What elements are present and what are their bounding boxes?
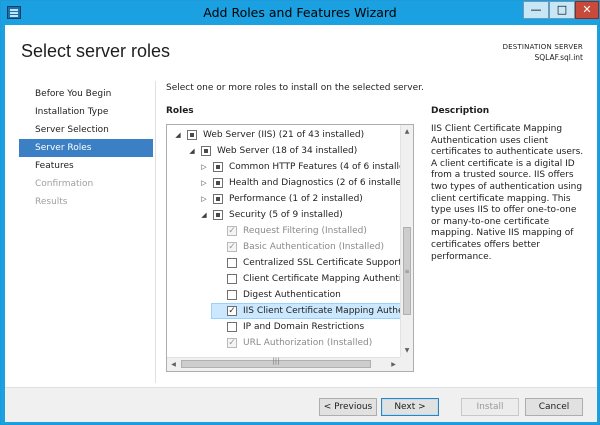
wizard-footer: < Previous Next > Install Cancel xyxy=(5,387,597,422)
checkmark-icon: ✓ xyxy=(228,306,236,316)
nav-item-before-you-begin[interactable]: Before You Begin xyxy=(19,85,153,103)
maximize-button[interactable]: □ xyxy=(549,1,575,19)
scroll-right-icon[interactable]: ▶ xyxy=(387,358,400,371)
tree-item-client-cert-mapping[interactable]: Client Certificate Mapping Authenticati xyxy=(167,271,401,287)
checkbox[interactable] xyxy=(213,162,223,172)
checkbox: ✓ xyxy=(227,226,237,236)
tree-item-web-server-iis[interactable]: ◢ Web Server (IIS) (21 of 43 installed) xyxy=(167,127,401,143)
checkbox: ✓ xyxy=(227,338,237,348)
maximize-icon: □ xyxy=(556,3,568,16)
tree-item-iis-client-cert-mapping[interactable]: ✓ IIS Client Certificate Mapping Authent… xyxy=(211,303,401,319)
wizard-client: Select server roles DESTINATION SERVER S… xyxy=(5,25,597,422)
minimize-icon: — xyxy=(530,3,542,16)
checkbox[interactable] xyxy=(227,322,237,332)
horizontal-scrollbar[interactable]: ◀ ||| ▶ xyxy=(167,357,401,371)
scroll-left-icon[interactable]: ◀ xyxy=(167,358,180,371)
checkbox[interactable] xyxy=(201,146,211,156)
scrollbar-corner xyxy=(400,357,413,371)
checkbox[interactable] xyxy=(213,194,223,204)
tree-item-label: Client Certificate Mapping Authenticati xyxy=(243,274,401,284)
collapse-arrow-icon[interactable]: ◢ xyxy=(173,127,183,143)
tree-item-label: Common HTTP Features (4 of 6 installed) xyxy=(229,162,401,172)
roles-heading: Roles xyxy=(166,106,194,116)
tree-item-label: Request Filtering (Installed) xyxy=(243,226,367,236)
nav-item-server-selection[interactable]: Server Selection xyxy=(19,121,153,139)
tree-item-label: IIS Client Certificate Mapping Authentic xyxy=(243,306,401,316)
checkbox: ✓ xyxy=(227,242,237,252)
horizontal-scroll-thumb[interactable]: ||| xyxy=(181,357,371,368)
collapse-arrow-icon[interactable]: ◢ xyxy=(199,207,209,223)
grip-icon: ≡ xyxy=(404,268,410,275)
tree-item-label: IP and Domain Restrictions xyxy=(243,322,365,332)
scroll-up-icon[interactable]: ▲ xyxy=(401,125,413,138)
checkbox[interactable] xyxy=(227,258,237,268)
description-heading: Description xyxy=(431,106,490,116)
minimize-button[interactable]: — xyxy=(523,1,549,19)
tree-item-label: Digest Authentication xyxy=(243,290,341,300)
checkmark-icon: ✓ xyxy=(228,242,236,252)
instruction-text: Select one or more roles to install on t… xyxy=(166,83,424,93)
nav-divider xyxy=(155,81,156,383)
tree-item-request-filtering: ✓ Request Filtering (Installed) xyxy=(167,223,401,239)
checkbox[interactable] xyxy=(213,210,223,220)
nav-item-confirmation: Confirmation xyxy=(35,179,94,189)
tree-item-label: Basic Authentication (Installed) xyxy=(243,242,384,252)
nav-item-installation-type[interactable]: Installation Type xyxy=(19,103,153,121)
checkbox[interactable] xyxy=(187,130,197,140)
checkmark-icon: ✓ xyxy=(228,226,236,236)
tree-item-basic-authentication: ✓ Basic Authentication (Installed) xyxy=(167,239,401,255)
tree-item-digest-authentication[interactable]: Digest Authentication xyxy=(167,287,401,303)
checkbox[interactable] xyxy=(227,290,237,300)
scroll-down-icon[interactable]: ▼ xyxy=(401,344,413,357)
checkmark-icon: ✓ xyxy=(228,338,236,348)
page-title: Select server roles xyxy=(21,41,171,61)
wizard-window: Add Roles and Features Wizard — □ ✕ Sele… xyxy=(0,0,600,425)
roles-tree[interactable]: ◢ Web Server (IIS) (21 of 43 installed) … xyxy=(166,124,414,372)
nav-item-server-roles[interactable]: Server Roles xyxy=(19,139,153,157)
checkbox[interactable]: ✓ xyxy=(227,306,237,316)
tree-item-ip-domain-restrictions[interactable]: IP and Domain Restrictions xyxy=(167,319,401,335)
description-text: IIS Client Certificate Mapping Authentic… xyxy=(431,124,584,262)
tree-item-health-and-diagnostics[interactable]: ▷ Health and Diagnostics (2 of 6 install… xyxy=(167,175,401,191)
collapse-arrow-icon[interactable]: ◢ xyxy=(187,143,197,159)
tree-item-label: Web Server (IIS) (21 of 43 installed) xyxy=(203,130,365,140)
previous-button[interactable]: < Previous xyxy=(319,398,377,416)
close-button[interactable]: ✕ xyxy=(575,1,599,19)
tree-item-security[interactable]: ◢ Security (5 of 9 installed) xyxy=(167,207,401,223)
vertical-scrollbar[interactable]: ▲ ≡ ▼ xyxy=(400,125,413,357)
checkbox[interactable] xyxy=(227,274,237,284)
expand-arrow-icon[interactable]: ▷ xyxy=(199,191,209,207)
tree-item-common-http-features[interactable]: ▷ Common HTTP Features (4 of 6 installed… xyxy=(167,159,401,175)
tree-item-label: Performance (1 of 2 installed) xyxy=(229,194,363,204)
next-button[interactable]: Next > xyxy=(381,398,439,416)
nav-item-features[interactable]: Features xyxy=(19,157,153,175)
tree-item-web-server[interactable]: ◢ Web Server (18 of 34 installed) xyxy=(167,143,401,159)
tree-item-label: Health and Diagnostics (2 of 6 installed… xyxy=(229,178,401,188)
wizard-nav: Before You Begin Installation Type Serve… xyxy=(19,85,153,211)
nav-item-results: Results xyxy=(35,197,68,207)
grip-icon: ||| xyxy=(272,357,280,365)
expand-arrow-icon[interactable]: ▷ xyxy=(199,175,209,191)
tree-item-label: Security (5 of 9 installed) xyxy=(229,210,343,220)
tree-item-url-authorization: ✓ URL Authorization (Installed) xyxy=(167,335,401,351)
destination-server-name: SQLAF.sql.int xyxy=(534,53,583,62)
title-bar[interactable]: Add Roles and Features Wizard — □ ✕ xyxy=(1,1,599,25)
tree-item-performance[interactable]: ▷ Performance (1 of 2 installed) xyxy=(167,191,401,207)
tree-item-label: Web Server (18 of 34 installed) xyxy=(217,146,358,156)
expand-arrow-icon[interactable]: ▷ xyxy=(199,159,209,175)
install-button: Install xyxy=(461,398,519,416)
tree-item-label: Centralized SSL Certificate Support xyxy=(243,258,401,268)
close-icon: ✕ xyxy=(582,3,592,16)
tree-item-centralized-ssl[interactable]: Centralized SSL Certificate Support xyxy=(167,255,401,271)
wizard-header: Select server roles DESTINATION SERVER S… xyxy=(5,25,597,75)
destination-server-label: DESTINATION SERVER xyxy=(502,43,583,51)
roles-tree-items: ◢ Web Server (IIS) (21 of 43 installed) … xyxy=(167,125,401,357)
tree-item-label: URL Authorization (Installed) xyxy=(243,338,373,348)
cancel-button[interactable]: Cancel xyxy=(525,398,583,416)
window-title: Add Roles and Features Wizard xyxy=(203,5,397,20)
checkbox[interactable] xyxy=(213,178,223,188)
vertical-scroll-thumb[interactable]: ≡ xyxy=(403,227,411,315)
